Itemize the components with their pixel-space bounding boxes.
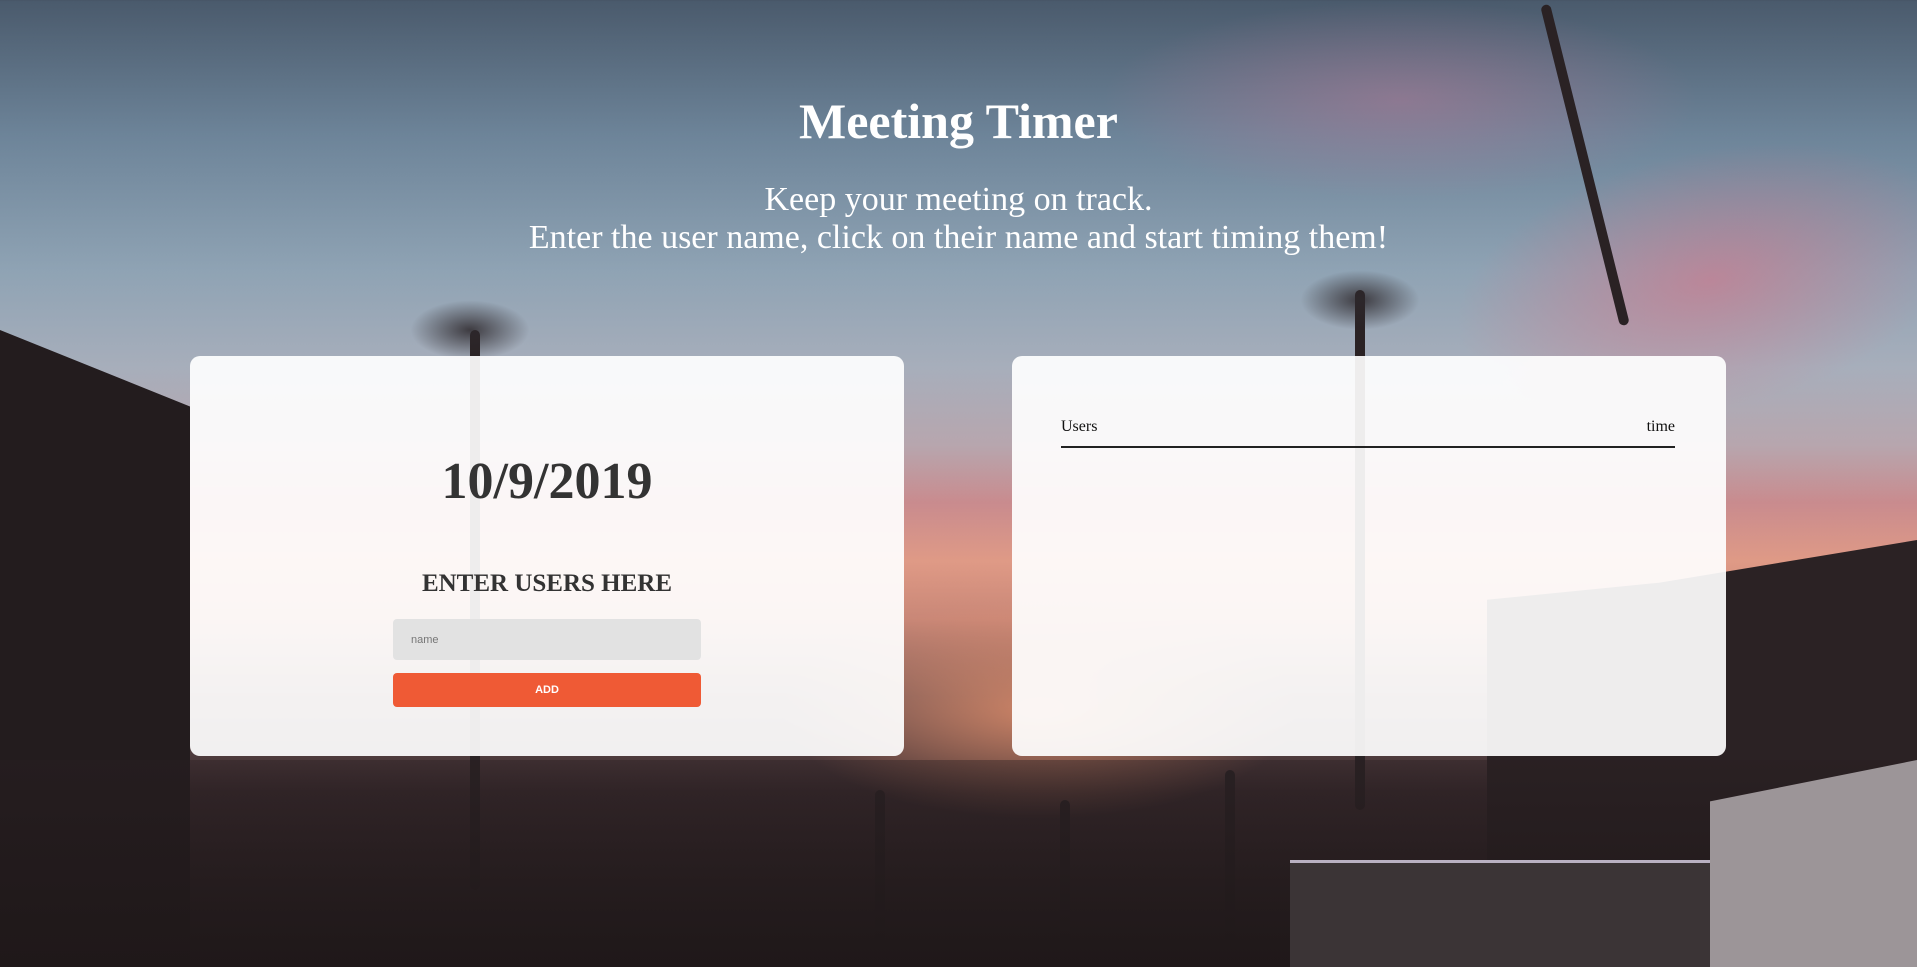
page-title: Meeting Timer (799, 93, 1118, 149)
users-list-card: Users time (1012, 356, 1726, 756)
name-input[interactable] (393, 619, 701, 660)
users-table-header: Users time (1061, 418, 1675, 448)
subtitle-line-1: Keep your meeting on track. (764, 181, 1153, 218)
add-user-button[interactable]: ADD (393, 673, 701, 707)
page-subtitle: Keep your meeting on track. Enter the us… (0, 181, 1917, 257)
current-date: 10/9/2019 (441, 453, 653, 510)
subtitle-line-2: Enter the user name, click on their name… (528, 219, 1389, 256)
column-header-users: Users (1061, 418, 1098, 435)
column-header-time: time (1646, 418, 1675, 435)
user-entry-card: 10/9/2019 ENTER USERS HERE ADD (190, 356, 904, 756)
enter-users-heading: ENTER USERS HERE (421, 570, 673, 597)
